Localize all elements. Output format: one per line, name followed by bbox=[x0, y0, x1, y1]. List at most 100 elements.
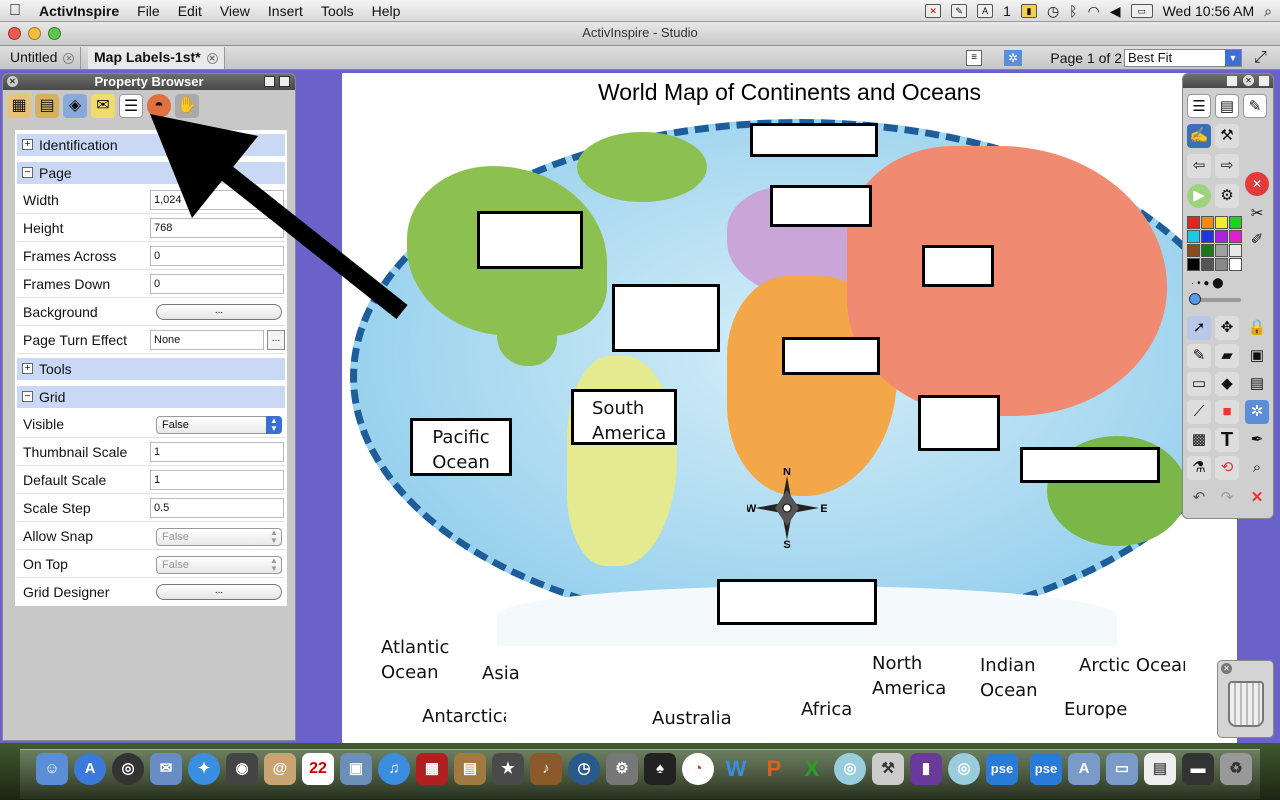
app-store-icon[interactable]: A bbox=[74, 753, 106, 785]
word-arctic-ocean[interactable]: Arctic Ocean bbox=[1079, 653, 1185, 678]
menu-file[interactable]: File bbox=[128, 3, 169, 19]
pen-tool-icon[interactable]: ✎ bbox=[1187, 344, 1211, 368]
expand-icon[interactable]: + bbox=[22, 139, 33, 150]
sign-icon[interactable]: ✍ bbox=[1187, 124, 1211, 148]
document-icon[interactable]: ▤ bbox=[1144, 753, 1176, 785]
status-pen-icon[interactable]: ✎ bbox=[951, 4, 968, 18]
close-toolbox-icon[interactable]: ✕ bbox=[1243, 75, 1254, 86]
label-drop-box[interactable] bbox=[612, 284, 720, 352]
utility-icon[interactable]: ⚒ bbox=[872, 753, 904, 785]
word-indian-ocean[interactable]: Indian Ocean bbox=[980, 653, 1038, 703]
object-browser-icon[interactable]: ◈ bbox=[63, 94, 87, 118]
fullscreen-icon[interactable]: ⤢ bbox=[1254, 49, 1267, 67]
collapse-icon[interactable]: − bbox=[22, 167, 33, 178]
color-yellow[interactable] bbox=[1215, 216, 1228, 229]
delete-icon[interactable]: ✕ bbox=[1245, 486, 1269, 510]
label-box-pacific-ocean[interactable]: Pacific Ocean bbox=[410, 418, 512, 476]
dock-trash-icon[interactable]: ♻ bbox=[1220, 753, 1252, 785]
powerpoint-icon[interactable]: P bbox=[758, 753, 790, 785]
menu-insert[interactable]: Insert bbox=[259, 3, 312, 19]
fill-tool-icon[interactable]: ◆ bbox=[1215, 372, 1239, 396]
width-slider-thumb[interactable] bbox=[1189, 293, 1201, 305]
color-purple[interactable] bbox=[1215, 230, 1228, 243]
stepper-arrows-icon[interactable]: ▲ ▼ bbox=[266, 416, 282, 434]
flask-tool-icon[interactable]: ⚗ bbox=[1187, 456, 1211, 480]
page-browser-icon[interactable]: ▦ bbox=[7, 94, 31, 118]
time-machine-icon[interactable]: ◷ bbox=[1047, 3, 1059, 20]
color-brown[interactable] bbox=[1187, 244, 1200, 257]
tab-untitled[interactable]: Untitled ✕ bbox=[4, 47, 82, 69]
zoom-select[interactable]: Best Fit ▼ bbox=[1124, 49, 1242, 67]
color-blue[interactable] bbox=[1201, 230, 1214, 243]
color-red[interactable] bbox=[1187, 216, 1200, 229]
app-menu[interactable]: ActivInspire bbox=[30, 3, 128, 19]
word-africa[interactable]: Africa bbox=[801, 697, 852, 722]
status-input-icon[interactable]: A bbox=[977, 4, 994, 18]
grid-designer-button[interactable]: ... bbox=[156, 584, 282, 600]
toolbox-menu-icon[interactable] bbox=[1227, 76, 1237, 86]
photo-booth-icon[interactable]: ▦ bbox=[416, 753, 448, 785]
reset-page-icon[interactable]: ✕ bbox=[1245, 172, 1269, 196]
color-light-gray[interactable] bbox=[1229, 244, 1242, 257]
pin-toolbox-icon[interactable] bbox=[1259, 76, 1269, 86]
desktop-annotate-icon[interactable]: ✎ bbox=[1243, 94, 1267, 118]
page-turn-browse-button[interactable]: ... bbox=[267, 330, 285, 350]
on-top-select[interactable]: False ▲ ▼ bbox=[156, 556, 282, 574]
highlighter-tool-icon[interactable]: ▰ bbox=[1215, 344, 1239, 368]
color-magenta[interactable] bbox=[1229, 230, 1242, 243]
ical-icon[interactable]: 22 bbox=[302, 753, 334, 785]
bluetooth-icon[interactable]: ᛒ bbox=[1069, 3, 1077, 19]
color-black[interactable] bbox=[1187, 258, 1200, 271]
color-mid-gray[interactable] bbox=[1215, 258, 1228, 271]
menu-edit[interactable]: Edit bbox=[169, 3, 211, 19]
eraser-tool-icon[interactable]: ▭ bbox=[1187, 372, 1211, 396]
clip-tool-icon[interactable]: ▩ bbox=[1187, 428, 1211, 452]
collapse-icon[interactable]: − bbox=[22, 391, 33, 402]
screen-icon[interactable]: ▬ bbox=[1182, 753, 1214, 785]
screen-shade-icon[interactable]: ▤ bbox=[1245, 372, 1269, 396]
photoshop-elements-icon-2[interactable]: pse bbox=[1030, 753, 1062, 785]
text-tool-icon[interactable]: T bbox=[1215, 428, 1239, 452]
label-drop-box[interactable] bbox=[922, 245, 994, 287]
color-green[interactable] bbox=[1229, 216, 1242, 229]
flipchart-canvas[interactable]: World Map of Continents and Oceans Pacif… bbox=[342, 73, 1237, 743]
stepper-arrows-icon[interactable]: ▲ ▼ bbox=[266, 528, 282, 546]
label-drop-box[interactable] bbox=[477, 211, 583, 269]
close-tab-icon[interactable]: ✕ bbox=[206, 52, 218, 64]
close-tab-icon[interactable]: ✕ bbox=[63, 52, 75, 64]
previous-page-icon[interactable]: ⇦ bbox=[1187, 154, 1211, 178]
main-menu-icon[interactable]: ☰ bbox=[1187, 94, 1211, 118]
resource-browser-icon[interactable]: ▤ bbox=[35, 94, 59, 118]
color-dark-green[interactable] bbox=[1201, 244, 1214, 257]
label-drop-box[interactable] bbox=[750, 123, 878, 157]
next-page-icon[interactable]: ⇨ bbox=[1215, 154, 1239, 178]
label-drop-box[interactable] bbox=[770, 185, 872, 227]
spotlight-search-icon[interactable]: ⌕ bbox=[1264, 3, 1272, 20]
word-antarctica[interactable]: Antarctica bbox=[422, 704, 506, 729]
default-scale-field[interactable]: 1 bbox=[150, 470, 284, 490]
scale-step-field[interactable]: 0.5 bbox=[150, 498, 284, 518]
zoom-window-icon[interactable] bbox=[48, 27, 61, 40]
section-grid[interactable]: − Grid bbox=[17, 386, 285, 408]
page-zoom-icon[interactable]: ⌕ bbox=[1245, 456, 1269, 480]
iphoto-icon[interactable]: ▣ bbox=[340, 753, 372, 785]
connector-tool-icon[interactable]: ⟋ bbox=[1187, 400, 1211, 424]
camera-icon[interactable]: ▣ bbox=[1245, 344, 1269, 368]
label-drop-box[interactable] bbox=[717, 579, 877, 625]
word-atlantic-ocean[interactable]: Atlantic Ocean bbox=[381, 635, 449, 685]
wifi-icon[interactable]: ◠ bbox=[1088, 3, 1100, 20]
word-asia[interactable]: Asia bbox=[482, 661, 520, 686]
imovie-icon[interactable]: ★ bbox=[492, 753, 524, 785]
color-dark-gray[interactable] bbox=[1201, 258, 1214, 271]
scissors-icon[interactable]: ✂ bbox=[1245, 202, 1269, 226]
applications-folder-icon[interactable]: A bbox=[1068, 753, 1100, 785]
pen-width-dots-icon[interactable]: · • ● ⬤ bbox=[1191, 278, 1223, 289]
notes-browser-icon[interactable]: ✉ bbox=[91, 94, 115, 118]
facetime-icon[interactable]: ◉ bbox=[226, 753, 258, 785]
solitaire-icon[interactable]: ♠ bbox=[644, 753, 676, 785]
magic-ink-icon[interactable]: ✒ bbox=[1245, 428, 1269, 452]
panel-options-icon[interactable] bbox=[279, 76, 290, 87]
page-turn-field[interactable]: None bbox=[150, 330, 264, 350]
play-icon[interactable]: ▶ bbox=[1187, 184, 1211, 208]
clock[interactable]: Wed 10:56 AM bbox=[1163, 3, 1255, 19]
